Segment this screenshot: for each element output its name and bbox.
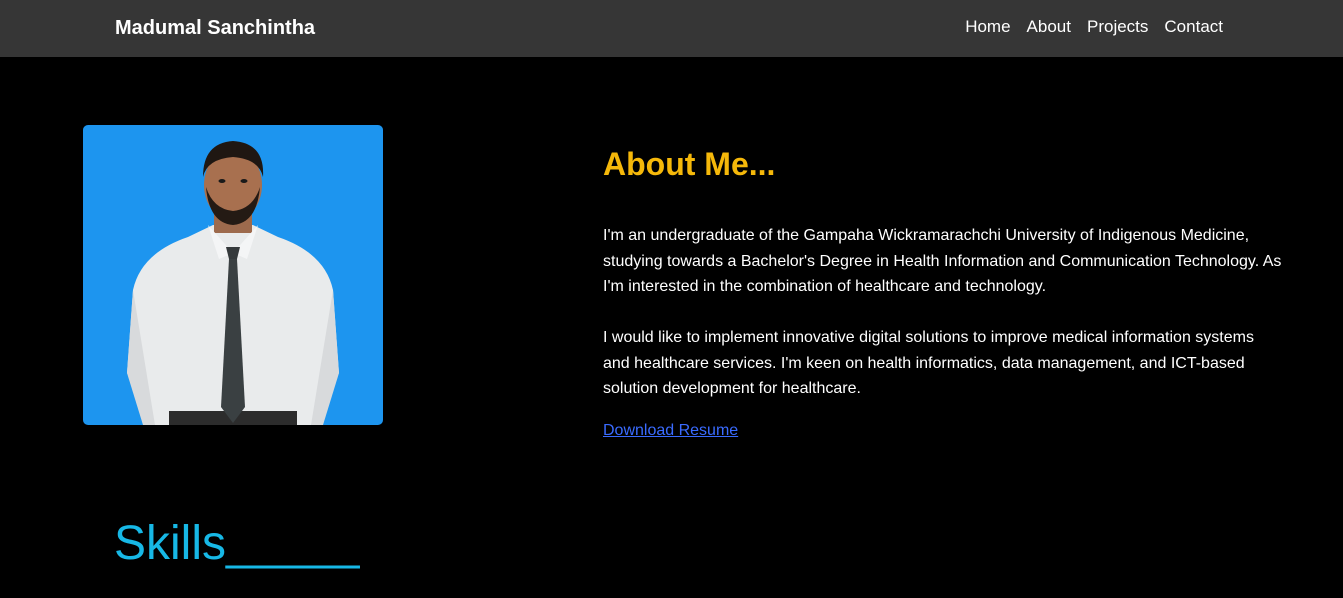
nav-link-projects[interactable]: Projects <box>1087 17 1148 37</box>
about-paragraph-2: I would like to implement innovative dig… <box>603 329 1254 397</box>
nav-link-contact[interactable]: Contact <box>1164 17 1223 37</box>
brand-name[interactable]: Madumal Sanchintha <box>115 16 315 40</box>
about-paragraph-1: I'm an undergraduate of the Gampaha Wick… <box>603 227 1282 295</box>
nav-links: Home About Projects Contact <box>965 17 1223 37</box>
profile-photo <box>83 125 383 425</box>
navbar: Madumal Sanchintha Home About Projects C… <box>0 0 1343 57</box>
skills-heading: Skills_____ <box>114 517 360 570</box>
about-heading: About Me... <box>603 146 776 182</box>
nav-link-home[interactable]: Home <box>965 17 1010 37</box>
download-resume-link[interactable]: Download Resume <box>603 421 738 441</box>
nav-link-about[interactable]: About <box>1027 17 1071 37</box>
profile-photo-illustration <box>127 141 339 425</box>
